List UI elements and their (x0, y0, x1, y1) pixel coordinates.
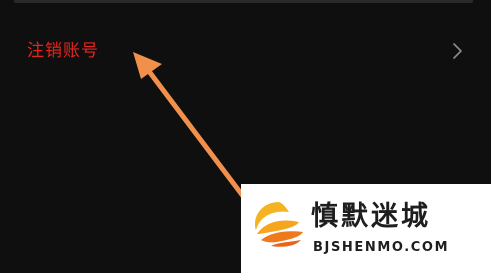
watermark-domain: BJSHENMO.COM (313, 240, 450, 255)
chevron-right-icon (453, 43, 462, 59)
watermark: 慎默迷城 BJSHENMO.COM (241, 184, 491, 273)
watermark-name: 慎默迷城 (311, 201, 431, 232)
top-divider (14, 0, 473, 3)
deactivate-account-label: 注销账号 (27, 41, 99, 61)
logo-icon (255, 202, 303, 247)
deactivate-account-row[interactable]: 注销账号 (0, 34, 491, 70)
